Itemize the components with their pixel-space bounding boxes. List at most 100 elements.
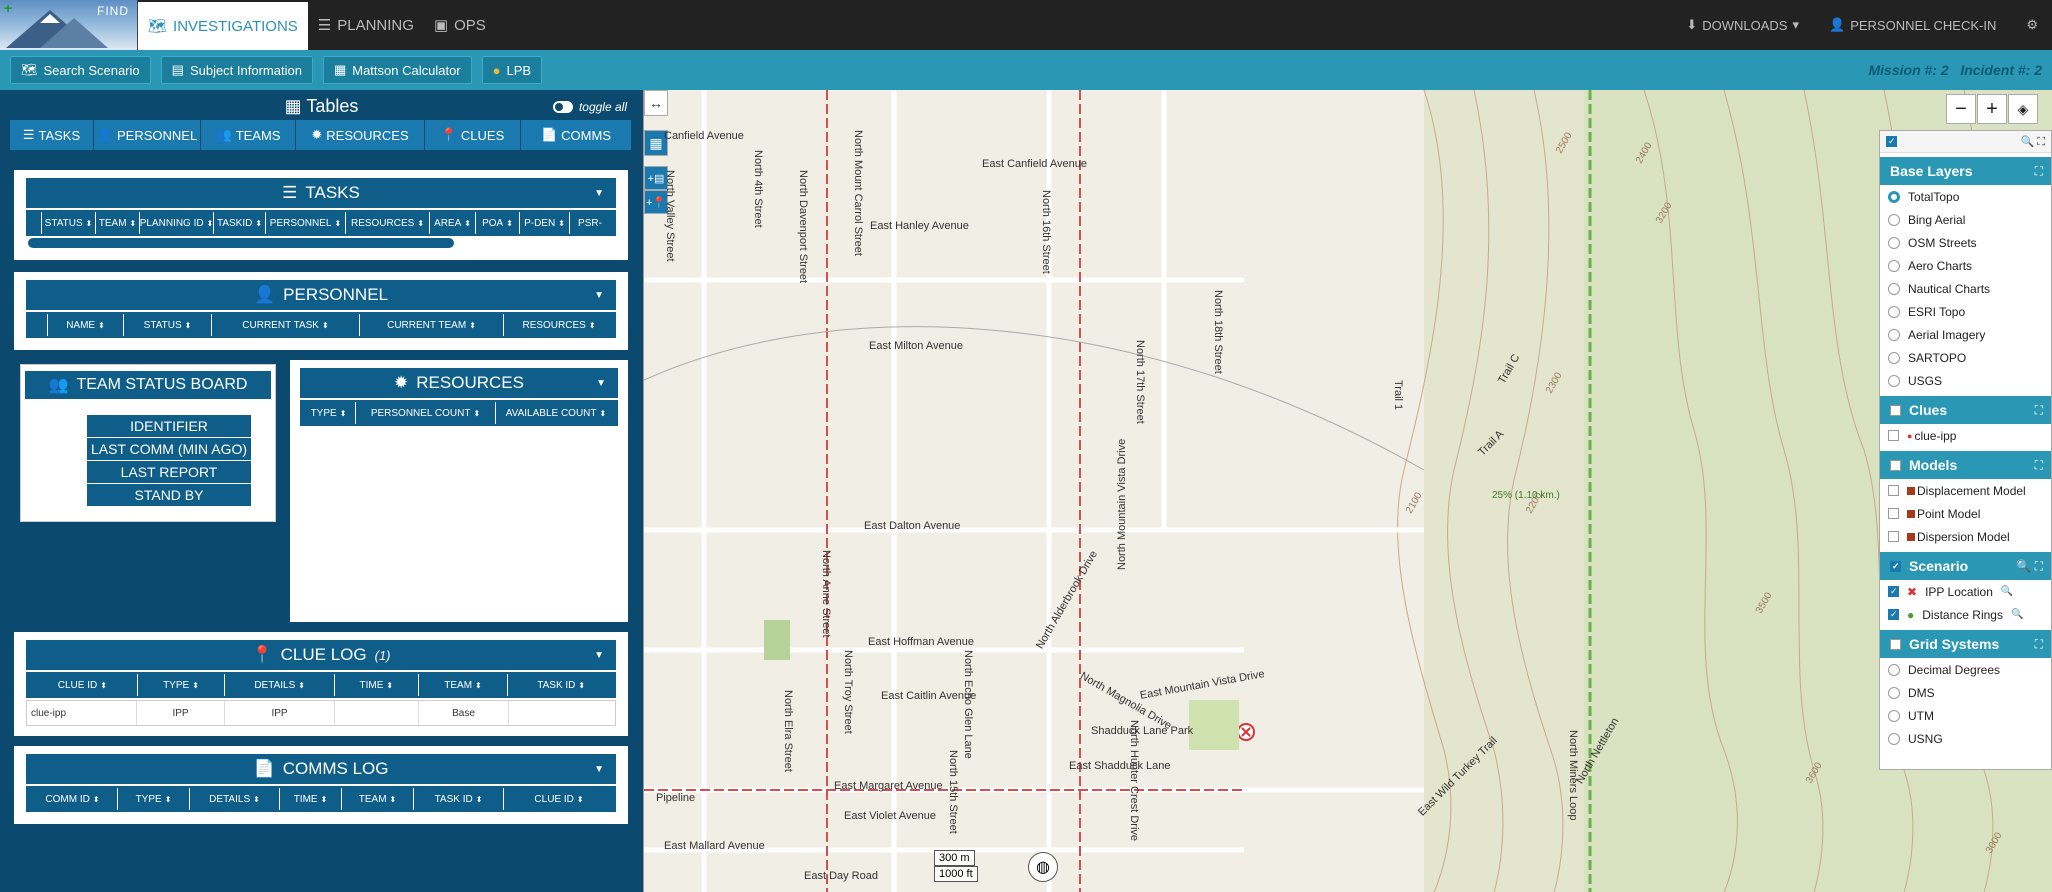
radio[interactable] (1888, 374, 1900, 387)
base-layer-sartopo[interactable]: SARTOPO (1880, 346, 2051, 369)
search-icon[interactable]: 🔍 (2011, 609, 2023, 620)
grid-usng[interactable]: USNG (1880, 727, 2051, 750)
col-team[interactable]: TEAM ⬍ (96, 212, 140, 234)
personnel-header[interactable]: 👤 PERSONNEL ▼ (26, 280, 616, 310)
add-marker-button[interactable]: +📍 (644, 190, 668, 214)
col-status[interactable]: STATUS ⬍ (124, 314, 212, 336)
expand-horizontal-button[interactable]: ↔ (644, 90, 668, 116)
radio[interactable] (1888, 663, 1900, 676)
col-type[interactable]: TYPE ⬍ (302, 402, 356, 424)
checkbox[interactable] (1888, 609, 1899, 620)
col-personnel-count[interactable]: PERSONNEL COUNT ⬍ (356, 402, 496, 424)
radio[interactable] (1888, 236, 1900, 249)
radio[interactable] (1888, 732, 1900, 745)
base-layer-nautical-charts[interactable]: Nautical Charts (1880, 277, 2051, 300)
checkbox[interactable] (1888, 586, 1899, 597)
tab-planning[interactable]: ☰ PLANNING (308, 0, 424, 50)
models-header[interactable]: Models ⛶ (1880, 451, 2051, 479)
expand-icon[interactable]: ⛶ (2035, 637, 2043, 652)
model-layer-point[interactable]: Point Model (1880, 502, 2051, 525)
grid-systems-header[interactable]: Grid Systems ⛶ (1880, 630, 2051, 658)
tab-personnel[interactable]: 👤 PERSONNEL (94, 120, 201, 150)
col-team[interactable]: TEAM ⬍ (419, 674, 509, 696)
tab-resources[interactable]: ✹ RESOURCES (296, 120, 425, 150)
map-canvas[interactable]: ↔ ▦ +▤ +📍 − + ◈ 300 m 1000 ft ◍ Canfield… (643, 90, 2052, 892)
base-layer-esri-topo[interactable]: ESRI Topo (1880, 300, 2051, 323)
search-icon[interactable]: 🔍 (2001, 586, 2013, 597)
radio[interactable] (1888, 351, 1900, 364)
toggle-all[interactable]: toggle all (552, 100, 627, 114)
mattson-calculator-button[interactable]: ▦ Mattson Calculator (322, 56, 472, 84)
radio[interactable] (1888, 259, 1900, 272)
gear-icon[interactable]: ⚙ (2026, 17, 2038, 33)
checkbox[interactable] (1888, 485, 1899, 496)
tasks-header[interactable]: ☰ TASKS ▼ (26, 178, 616, 208)
col-details[interactable]: DETAILS ⬍ (190, 788, 280, 810)
horizontal-scrollbar[interactable] (28, 238, 454, 248)
clue-log-header[interactable]: 📍 CLUE LOG (1) ▼ (26, 640, 616, 670)
find-logo[interactable]: + FIND (0, 0, 138, 50)
radio[interactable] (1888, 686, 1900, 699)
radio[interactable] (1888, 190, 1900, 203)
radio[interactable] (1888, 328, 1900, 341)
col-p-den[interactable]: P-DEN ⬍ (520, 212, 570, 234)
table-toggle-button[interactable]: ▦ (644, 130, 668, 156)
base-layers-header[interactable]: Base Layers ⛶ (1880, 157, 2051, 185)
resources-header[interactable]: ✹ RESOURCES ▼ (300, 368, 618, 398)
col-clue-id[interactable]: CLUE ID ⬍ (504, 788, 614, 810)
model-layer-displacement[interactable]: Displacement Model (1880, 479, 2051, 502)
col-current-team[interactable]: CURRENT TEAM ⬍ (360, 314, 504, 336)
checkbox[interactable] (1888, 531, 1899, 542)
models-checkbox[interactable] (1890, 459, 1901, 471)
grid-decimal-degrees[interactable]: Decimal Degrees (1880, 658, 2051, 681)
zoom-out-button[interactable]: − (1946, 94, 1976, 124)
base-layer-aero-charts[interactable]: Aero Charts (1880, 254, 2051, 277)
tab-ops[interactable]: ▣ OPS (424, 0, 496, 50)
clue-layer-clue-ipp[interactable]: ● clue-ipp (1880, 424, 2051, 447)
col-task-id[interactable]: TASK ID ⬍ (508, 674, 614, 696)
grid-dms[interactable]: DMS (1880, 681, 2051, 704)
checkbox[interactable] (1888, 508, 1899, 519)
search-icon[interactable]: 🔍 ⛶ (2021, 135, 2045, 149)
clues-checkbox[interactable] (1890, 404, 1901, 416)
col-status[interactable]: STATUS ⬍ (42, 212, 96, 234)
col-resources[interactable]: RESOURCES ⬍ (504, 314, 614, 336)
scenario-checkbox[interactable] (1890, 560, 1901, 572)
tab-teams[interactable]: 👥 TEAMS (201, 120, 296, 150)
add-layer-button[interactable]: +▤ (644, 166, 668, 190)
col-name[interactable]: NAME ⬍ (48, 314, 124, 336)
col-time[interactable]: TIME ⬍ (335, 674, 419, 696)
col-taskid[interactable]: TASKID ⬍ (214, 212, 266, 234)
col-area[interactable]: AREA ⬍ (430, 212, 476, 234)
col-comm-id[interactable]: COMM ID ⬍ (28, 788, 118, 810)
col-task-id[interactable]: TASK ID ⬍ (414, 788, 504, 810)
radio[interactable] (1888, 305, 1900, 318)
comms-log-header[interactable]: 📄 COMMS LOG ▼ (26, 754, 616, 784)
base-layer-aerial-imagery[interactable]: Aerial Imagery (1880, 323, 2051, 346)
expand-icon[interactable]: ⛶ (2035, 458, 2043, 473)
col-type[interactable]: TYPE ⬍ (118, 788, 190, 810)
col-poa[interactable]: POA ⬍ (476, 212, 520, 234)
lpb-button[interactable]: ● LPB (481, 56, 543, 84)
scenario-header[interactable]: Scenario 🔍 ⛶ (1880, 552, 2051, 580)
col-type[interactable]: TYPE ⬍ (138, 674, 226, 696)
tab-tasks[interactable]: ☰ TASKS (10, 120, 94, 150)
col-psr[interactable]: PSR- (570, 212, 610, 234)
base-layer-totaltopo[interactable]: TotalTopo (1880, 185, 2051, 208)
base-layer-osm-streets[interactable]: OSM Streets (1880, 231, 2051, 254)
col-current-task[interactable]: CURRENT TASK ⬍ (212, 314, 360, 336)
grid-checkbox[interactable] (1890, 638, 1901, 650)
tab-comms[interactable]: 📄 COMMS (521, 120, 632, 150)
layers-icon[interactable]: ◈ (2008, 94, 2038, 124)
expand-icon[interactable]: ⛶ (2035, 164, 2043, 179)
downloads-dropdown[interactable]: ⬇ DOWNLOADS ▾ (1686, 17, 1799, 33)
expand-icon[interactable]: ⛶ (2035, 403, 2043, 418)
checkbox[interactable] (1888, 430, 1899, 441)
scenario-layer-ipp-location[interactable]: ✖ IPP Location 🔍 (1880, 580, 2051, 603)
tab-clues[interactable]: 📍 CLUES (425, 120, 521, 150)
scenario-layer-distance-rings[interactable]: ● Distance Rings 🔍 (1880, 603, 2051, 626)
tab-investigations[interactable]: 🗺 INVESTIGATIONS (138, 2, 308, 50)
col-planning-id[interactable]: PLANNING ID ⬍ (140, 212, 214, 234)
search-scenario-button[interactable]: 🗺 Search Scenario (10, 56, 151, 84)
radio[interactable] (1888, 282, 1900, 295)
